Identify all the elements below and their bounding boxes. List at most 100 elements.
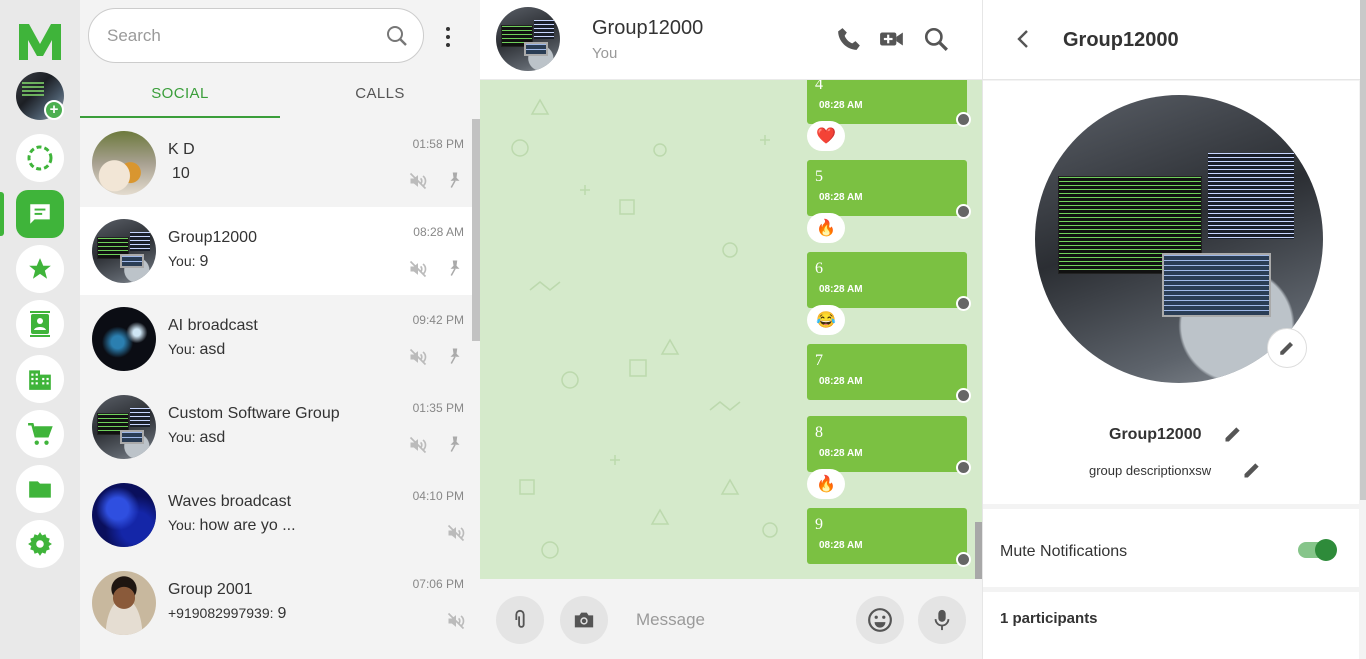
conversation-time: 01:58 PM	[412, 137, 464, 151]
group-description: group descriptionxsw	[1089, 463, 1212, 478]
conversation-preview: You: asd	[168, 429, 226, 446]
search-icon[interactable]	[385, 24, 409, 48]
message-bubble[interactable]: 8 08:28 AM	[807, 416, 971, 475]
conversation-name: Group12000	[168, 229, 257, 246]
contacts-icon[interactable]	[16, 300, 64, 348]
participants-row[interactable]: 1 participants	[983, 592, 1359, 659]
phone-icon[interactable]	[836, 26, 862, 52]
message-time: 08:28 AM	[819, 376, 863, 387]
message-bubble[interactable]: 5 08:28 AM	[807, 160, 971, 219]
cart-icon[interactable]	[16, 410, 64, 458]
more-options-icon[interactable]	[438, 26, 458, 48]
search-icon[interactable]	[923, 26, 949, 52]
app-rail: +	[0, 0, 80, 659]
chat-subtitle: You	[592, 45, 618, 62]
pin-icon[interactable]	[446, 259, 464, 277]
messages-scrollbar[interactable]	[975, 522, 982, 579]
message-text: 9	[815, 516, 823, 533]
message-bubble[interactable]: 9 08:28 AM	[807, 508, 971, 567]
avatar	[92, 219, 156, 283]
attach-icon[interactable]	[496, 596, 544, 644]
read-status-icon	[956, 112, 971, 127]
pin-icon[interactable]	[446, 171, 464, 189]
search-box[interactable]	[88, 8, 424, 63]
conversation-time: 04:10 PM	[412, 489, 464, 503]
avatar	[92, 483, 156, 547]
info-header: Group12000	[983, 0, 1366, 80]
message-text: 8	[815, 424, 823, 441]
microphone-icon[interactable]	[918, 596, 966, 644]
message-input[interactable]	[636, 609, 846, 631]
avatar	[92, 307, 156, 371]
reaction-badge[interactable]: 😂	[807, 305, 845, 335]
muted-icon	[409, 172, 427, 190]
conversation-item[interactable]: K D 10 01:58 PM	[80, 119, 472, 207]
camera-icon[interactable]	[560, 596, 608, 644]
video-call-icon[interactable]	[879, 26, 905, 52]
tab-calls[interactable]: CALLS	[280, 72, 480, 118]
message-text: 6	[815, 260, 823, 277]
reaction-badge[interactable]: ❤️	[807, 121, 845, 151]
message-time: 08:28 AM	[819, 284, 863, 295]
folder-icon[interactable]	[16, 465, 64, 513]
tab-social[interactable]: SOCIAL	[80, 72, 280, 118]
pin-icon[interactable]	[446, 347, 464, 365]
chat-title[interactable]: Group12000	[592, 17, 703, 40]
info-title: Group12000	[1063, 29, 1179, 51]
group-info-panel: Group12000 Group12000 group descriptionx…	[982, 0, 1366, 659]
edit-description-icon[interactable]	[1242, 460, 1262, 480]
composer	[480, 579, 982, 659]
reaction-badge[interactable]: 🔥	[807, 213, 845, 243]
back-arrow-icon[interactable]	[1013, 28, 1033, 50]
conversation-name: Group 2001	[168, 581, 253, 598]
reaction-badge[interactable]: 🔥	[807, 469, 845, 499]
conversation-item[interactable]: AI broadcast You: asd 09:42 PM	[80, 295, 472, 383]
conversation-name: Custom Software Group	[168, 405, 340, 422]
conversation-time: 01:35 PM	[412, 401, 464, 415]
chat-window: Group12000 You 4 08:28 AM ❤️ 5 08:28 AM	[480, 0, 982, 659]
pin-icon[interactable]	[446, 435, 464, 453]
avatar	[92, 131, 156, 195]
muted-icon	[409, 260, 427, 278]
edit-avatar-button[interactable]	[1267, 328, 1307, 368]
list-scrollbar[interactable]	[472, 119, 480, 341]
chat-avatar[interactable]	[496, 7, 560, 71]
gear-icon[interactable]	[16, 520, 64, 568]
group-name: Group12000	[1109, 426, 1202, 443]
conversation-name: AI broadcast	[168, 317, 258, 334]
muted-icon	[447, 524, 465, 542]
add-status-icon[interactable]: +	[44, 100, 64, 120]
participants-count: 1 participants	[1000, 610, 1098, 627]
mute-toggle[interactable]	[1298, 539, 1337, 561]
conversation-item[interactable]: Group12000 You: 9 08:28 AM	[80, 207, 472, 295]
message-bubble[interactable]: 6 08:28 AM	[807, 252, 971, 311]
search-input[interactable]	[107, 23, 377, 49]
muted-icon	[409, 348, 427, 366]
conversation-item[interactable]: Group 2001 +919082997939: 9 07:06 PM	[80, 559, 472, 647]
mute-notifications-row: Mute Notifications	[983, 509, 1359, 587]
pencil-icon	[1280, 342, 1293, 355]
conversation-item[interactable]: Waves broadcast You: how are yo ... 04:10…	[80, 471, 472, 559]
conversation-time: 08:28 AM	[413, 225, 464, 239]
chat-icon[interactable]	[16, 190, 64, 238]
read-status-icon	[956, 460, 971, 475]
chat-pattern	[511, 98, 778, 559]
emoji-icon[interactable]	[856, 596, 904, 644]
conversation-preview: You: 9	[168, 253, 209, 270]
read-status-icon	[956, 388, 971, 403]
message-time: 08:28 AM	[819, 540, 863, 551]
message-time: 08:28 AM	[819, 192, 863, 203]
muted-icon	[447, 612, 465, 630]
message-time: 08:28 AM	[819, 100, 863, 111]
star-icon[interactable]	[16, 245, 64, 293]
edit-name-icon[interactable]	[1223, 424, 1243, 444]
conversation-preview: +919082997939: 9	[168, 605, 287, 622]
conversation-item[interactable]: Custom Software Group You: asd 01:35 PM	[80, 383, 472, 471]
info-scrollbar[interactable]	[1360, 0, 1366, 500]
muted-icon	[409, 436, 427, 454]
app-logo[interactable]	[17, 22, 63, 62]
building-icon[interactable]	[16, 355, 64, 403]
message-bubble[interactable]: 4 08:28 AM	[807, 80, 971, 127]
status-ring-icon[interactable]	[16, 134, 64, 182]
message-bubble[interactable]: 7 08:28 AM	[807, 344, 971, 403]
